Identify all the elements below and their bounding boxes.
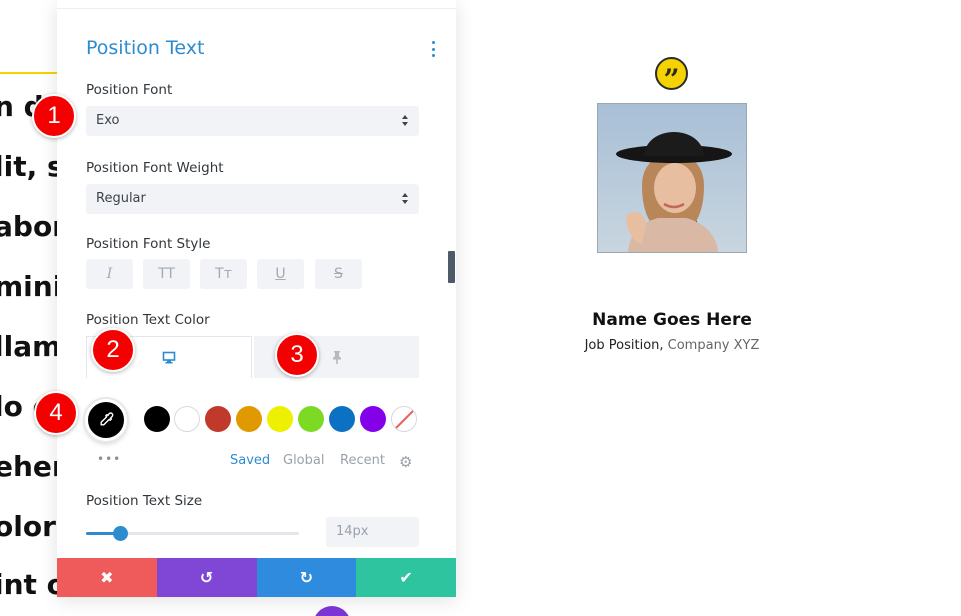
save-button[interactable]: ✔ (356, 558, 456, 597)
company-name: Company XYZ (667, 338, 760, 353)
tab-saved[interactable]: Saved (230, 453, 270, 468)
action-bar: ✖ ↺ ↻ ✔ (57, 558, 456, 597)
color-swatch-yellow[interactable] (267, 406, 293, 432)
person-name: Name Goes Here (592, 310, 752, 330)
color-swatch-blue[interactable] (329, 406, 355, 432)
portrait-image (597, 103, 747, 253)
pin-icon (332, 351, 341, 364)
color-swatch-black[interactable] (144, 406, 170, 432)
capitalize-button[interactable]: Tт (200, 259, 247, 289)
check-icon: ✔ (399, 568, 413, 587)
tab-recent[interactable]: Recent (340, 453, 385, 468)
background-line: lit, s (0, 150, 64, 183)
underline-button[interactable]: U (257, 259, 304, 289)
select-arrows-icon (402, 114, 409, 128)
undo-icon: ↺ (199, 568, 214, 587)
panel-divider (57, 8, 456, 9)
strikethrough-button[interactable]: S (315, 259, 362, 289)
panel-scrollbar[interactable] (448, 251, 455, 283)
redo-icon: ↻ (299, 568, 314, 587)
capitalize-icon: Tт (215, 266, 232, 282)
position-font-weight-select[interactable]: Regular (86, 184, 419, 214)
section-title[interactable]: Position Text (86, 37, 204, 59)
step-marker-3: 3 (275, 333, 319, 377)
position-font-weight-value: Regular (96, 191, 146, 206)
position-font-value: Exo (96, 113, 120, 128)
italic-icon: I (106, 266, 113, 282)
uppercase-button[interactable]: TT (143, 259, 190, 289)
color-swatch-green[interactable] (298, 406, 324, 432)
position-font-style-label: Position Font Style (86, 236, 211, 252)
italic-button[interactable]: I (86, 259, 133, 289)
settings-panel: Position Text Position Font Exo Position… (57, 0, 456, 596)
tab-global[interactable]: Global (283, 453, 324, 468)
desktop-icon (162, 351, 176, 364)
size-input[interactable]: 14px (326, 517, 419, 547)
yellow-divider (0, 72, 60, 74)
position-text-color-label: Position Text Color (86, 312, 210, 328)
uppercase-icon: TT (158, 266, 175, 282)
cancel-button[interactable]: ✖ (57, 558, 157, 597)
eyedropper-icon (100, 412, 114, 426)
position-font-select[interactable]: Exo (86, 106, 419, 136)
close-icon: ✖ (100, 568, 114, 587)
quote-icon: ” (655, 57, 688, 93)
more-swatches-icon[interactable]: ••• (97, 452, 121, 466)
person-position: Job Position, Company XYZ (560, 338, 784, 353)
step-marker-2: 2 (91, 328, 135, 372)
position-font-label: Position Font (86, 82, 173, 98)
underline-icon: U (275, 266, 286, 282)
strikethrough-icon: S (334, 266, 343, 282)
builder-menu-button[interactable] (313, 606, 351, 616)
more-options-icon[interactable] (429, 41, 437, 57)
gear-icon[interactable]: ⚙ (399, 453, 412, 471)
size-slider-handle[interactable] (112, 526, 128, 541)
step-marker-1: 1 (32, 94, 76, 138)
color-swatch-red[interactable] (205, 406, 231, 432)
position-font-weight-label: Position Font Weight (86, 160, 224, 176)
redo-button[interactable]: ↻ (256, 558, 357, 597)
position-separator: , (659, 338, 668, 353)
background-line: llam (0, 330, 62, 363)
step-marker-4: 4 (34, 391, 78, 435)
color-swatch-purple[interactable] (360, 406, 386, 432)
undo-button[interactable]: ↺ (156, 558, 257, 597)
color-swatch-none[interactable] (391, 406, 417, 432)
color-picker-button[interactable] (85, 399, 127, 441)
color-swatch-orange[interactable] (236, 406, 262, 432)
job-position: Job Position (584, 338, 660, 353)
select-arrows-icon (402, 192, 409, 206)
position-text-size-label: Position Text Size (86, 493, 203, 509)
color-swatch-white[interactable] (174, 406, 200, 432)
